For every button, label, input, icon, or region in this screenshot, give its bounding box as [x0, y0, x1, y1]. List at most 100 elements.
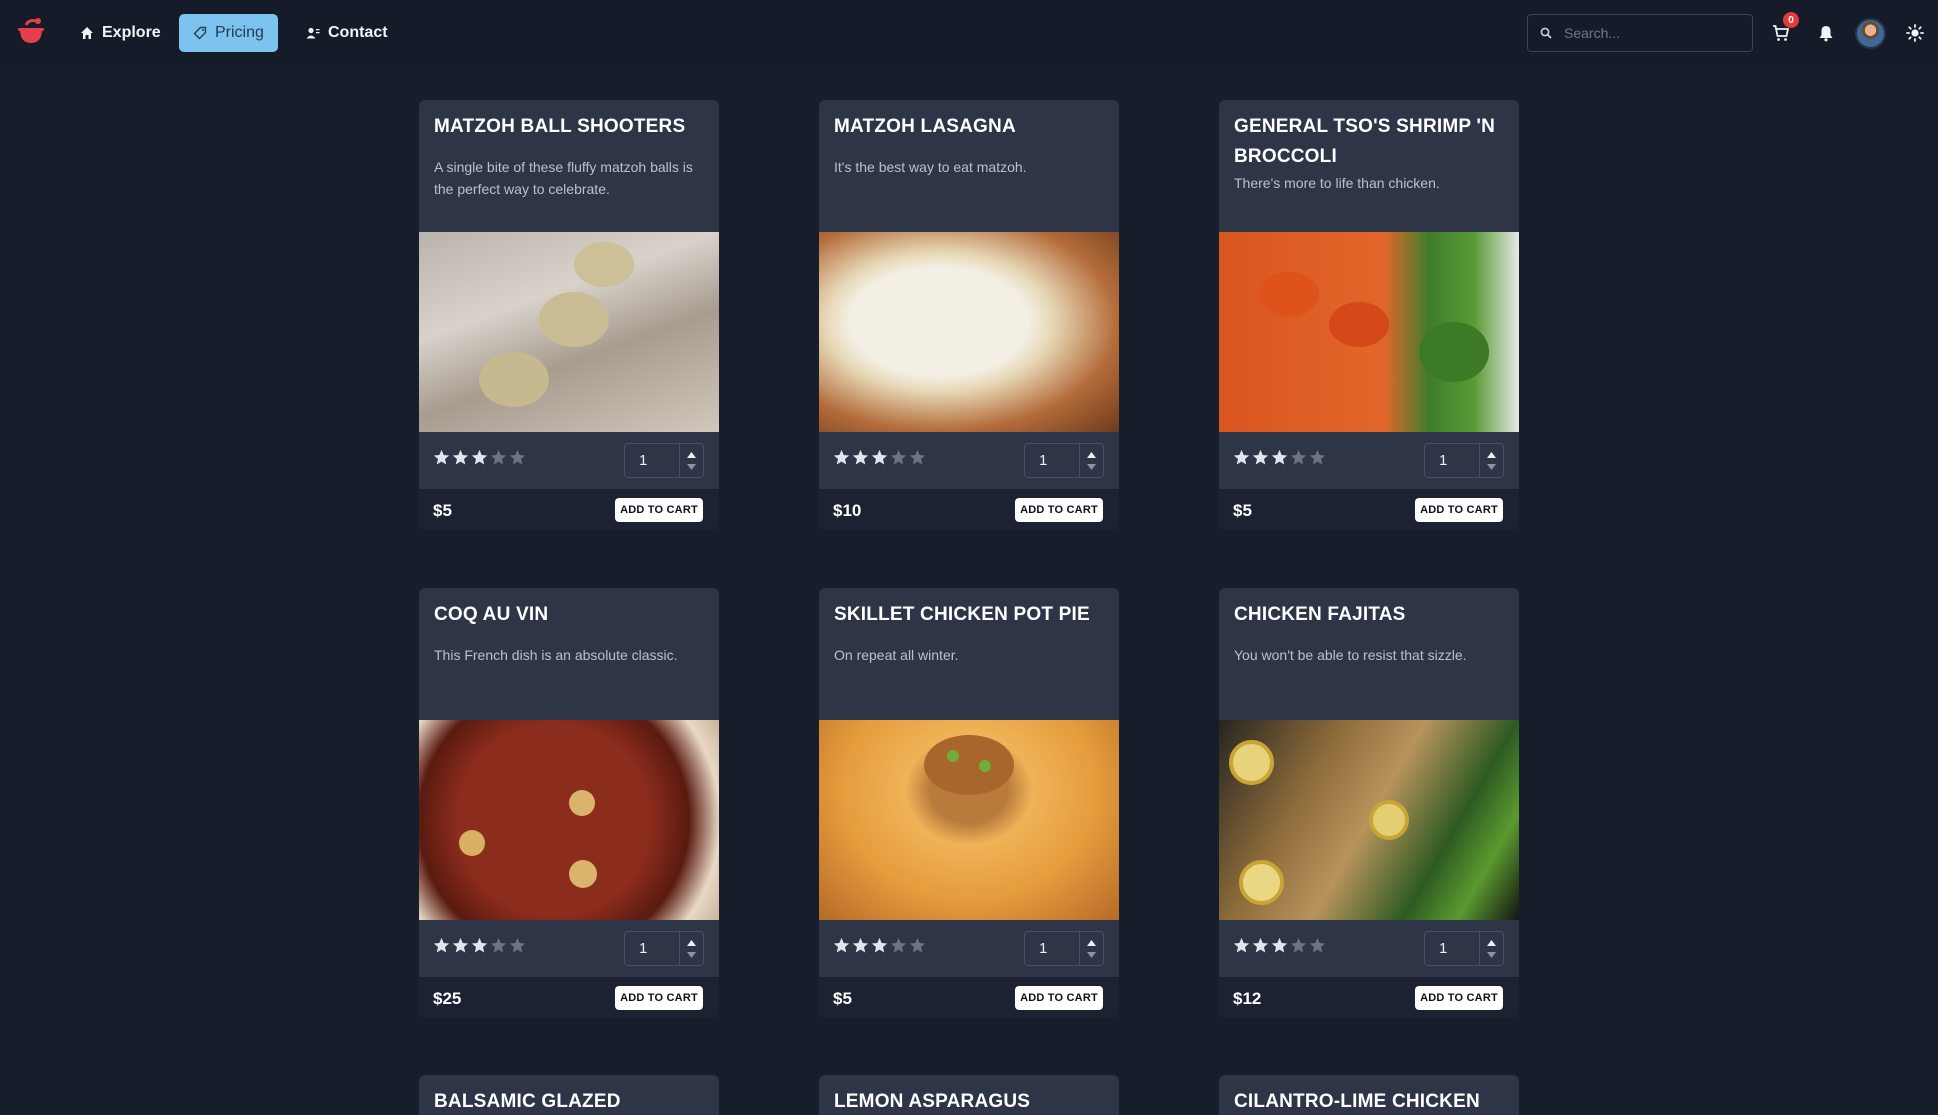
product-image — [819, 720, 1119, 920]
add-to-cart-button[interactable]: ADD TO CART — [1415, 498, 1503, 522]
star-empty-icon[interactable] — [909, 449, 926, 466]
nav-contact[interactable]: Contact — [292, 14, 402, 52]
top-navbar: Explore Pricing Contact 0 — [0, 0, 1938, 66]
product-title: SKILLET CHICKEN POT PIE — [834, 604, 1090, 625]
theme-toggle-button[interactable] — [1902, 20, 1928, 46]
star-rating[interactable] — [1233, 449, 1326, 466]
star-rating[interactable] — [833, 449, 926, 466]
star-empty-icon[interactable] — [509, 937, 526, 954]
star-empty-icon[interactable] — [1309, 449, 1326, 466]
star-filled-icon[interactable] — [852, 937, 869, 954]
star-filled-icon[interactable] — [1233, 449, 1250, 466]
add-to-cart-button[interactable]: ADD TO CART — [615, 986, 703, 1010]
chevron-up-icon[interactable] — [687, 939, 696, 946]
star-filled-icon[interactable] — [833, 937, 850, 954]
product-image — [1219, 720, 1519, 920]
star-filled-icon[interactable] — [452, 937, 469, 954]
product-card: COQ AU VIN This French dish is an absolu… — [419, 588, 719, 1018]
star-empty-icon[interactable] — [1290, 449, 1307, 466]
star-filled-icon[interactable] — [433, 449, 450, 466]
add-to-cart-button[interactable]: ADD TO CART — [1015, 986, 1103, 1010]
chevron-down-icon[interactable] — [1487, 463, 1496, 470]
star-filled-icon[interactable] — [471, 449, 488, 466]
product-description: It's the best way to eat matzoh. — [834, 159, 1027, 175]
star-empty-icon[interactable] — [490, 449, 507, 466]
quantity-value[interactable]: 1 — [625, 452, 679, 469]
add-to-cart-button[interactable]: ADD TO CART — [1015, 498, 1103, 522]
star-filled-icon[interactable] — [1233, 937, 1250, 954]
star-rating[interactable] — [833, 937, 926, 954]
quantity-stepper[interactable]: 1 — [1424, 443, 1504, 478]
star-filled-icon[interactable] — [1252, 449, 1269, 466]
user-avatar[interactable] — [1855, 18, 1886, 49]
star-rating[interactable] — [433, 449, 526, 466]
nav-explore-label: Explore — [102, 24, 161, 41]
product-title: GENERAL TSO'S SHRIMP 'N BROCCOLI — [1234, 116, 1496, 167]
search-input[interactable] — [1564, 25, 1734, 41]
star-filled-icon[interactable] — [833, 449, 850, 466]
quantity-value[interactable]: 1 — [1425, 940, 1479, 957]
chevron-up-icon[interactable] — [1487, 939, 1496, 946]
product-description: There's more to life than chicken. — [1234, 175, 1440, 191]
quantity-stepper[interactable]: 1 — [624, 443, 704, 478]
chevron-up-icon[interactable] — [1087, 451, 1096, 458]
star-filled-icon[interactable] — [452, 449, 469, 466]
nav-contact-label: Contact — [328, 24, 388, 41]
chevron-down-icon[interactable] — [1487, 951, 1496, 958]
star-empty-icon[interactable] — [909, 937, 926, 954]
search-icon — [1540, 27, 1552, 39]
star-filled-icon[interactable] — [1271, 449, 1288, 466]
star-empty-icon[interactable] — [509, 449, 526, 466]
product-description: You won't be able to resist that sizzle. — [1234, 647, 1467, 663]
star-filled-icon[interactable] — [871, 449, 888, 466]
product-price: $5 — [1233, 501, 1252, 520]
product-price: $10 — [833, 501, 862, 520]
quantity-value[interactable]: 1 — [1025, 452, 1079, 469]
tag-icon — [193, 26, 207, 40]
add-to-cart-button[interactable]: ADD TO CART — [1415, 986, 1503, 1010]
star-empty-icon[interactable] — [890, 937, 907, 954]
quantity-value[interactable]: 1 — [1425, 452, 1479, 469]
star-rating[interactable] — [433, 937, 526, 954]
star-filled-icon[interactable] — [852, 449, 869, 466]
quantity-stepper[interactable]: 1 — [1024, 443, 1104, 478]
nav-explore[interactable]: Explore — [66, 14, 175, 52]
nav-pricing-label: Pricing — [215, 24, 264, 41]
chevron-up-icon[interactable] — [687, 451, 696, 458]
star-rating[interactable] — [1233, 937, 1326, 954]
chevron-down-icon[interactable] — [687, 951, 696, 958]
quantity-stepper[interactable]: 1 — [1024, 931, 1104, 966]
quantity-stepper[interactable]: 1 — [1424, 931, 1504, 966]
chevron-up-icon[interactable] — [1087, 939, 1096, 946]
quantity-value[interactable]: 1 — [625, 940, 679, 957]
contact-icon — [306, 27, 320, 39]
chevron-down-icon[interactable] — [1087, 463, 1096, 470]
star-filled-icon[interactable] — [1252, 937, 1269, 954]
product-title: BALSAMIC GLAZED — [434, 1091, 621, 1112]
product-title: MATZOH LASAGNA — [834, 116, 1016, 137]
product-card: CHICKEN FAJITAS You won't be able to res… — [1219, 588, 1519, 1018]
search-box[interactable] — [1527, 14, 1753, 52]
logo-icon[interactable] — [16, 15, 46, 47]
star-empty-icon[interactable] — [1309, 937, 1326, 954]
quantity-value[interactable]: 1 — [1025, 940, 1079, 957]
product-title: LEMON ASPARAGUS — [834, 1091, 1031, 1112]
star-empty-icon[interactable] — [1290, 937, 1307, 954]
notifications-button[interactable] — [1813, 20, 1839, 46]
star-filled-icon[interactable] — [433, 937, 450, 954]
chevron-up-icon[interactable] — [1487, 451, 1496, 458]
star-filled-icon[interactable] — [871, 937, 888, 954]
star-filled-icon[interactable] — [1271, 937, 1288, 954]
chevron-down-icon[interactable] — [1087, 951, 1096, 958]
chevron-down-icon[interactable] — [687, 463, 696, 470]
product-card: BALSAMIC GLAZED — [419, 1075, 719, 1115]
product-price: $5 — [833, 989, 852, 1008]
nav-pricing[interactable]: Pricing — [179, 14, 278, 52]
product-description: A single bite of these fluffy matzoh bal… — [434, 159, 693, 197]
star-empty-icon[interactable] — [490, 937, 507, 954]
add-to-cart-button[interactable]: ADD TO CART — [615, 498, 703, 522]
quantity-stepper[interactable]: 1 — [624, 931, 704, 966]
star-filled-icon[interactable] — [471, 937, 488, 954]
product-description: This French dish is an absolute classic. — [434, 647, 678, 663]
star-empty-icon[interactable] — [890, 449, 907, 466]
